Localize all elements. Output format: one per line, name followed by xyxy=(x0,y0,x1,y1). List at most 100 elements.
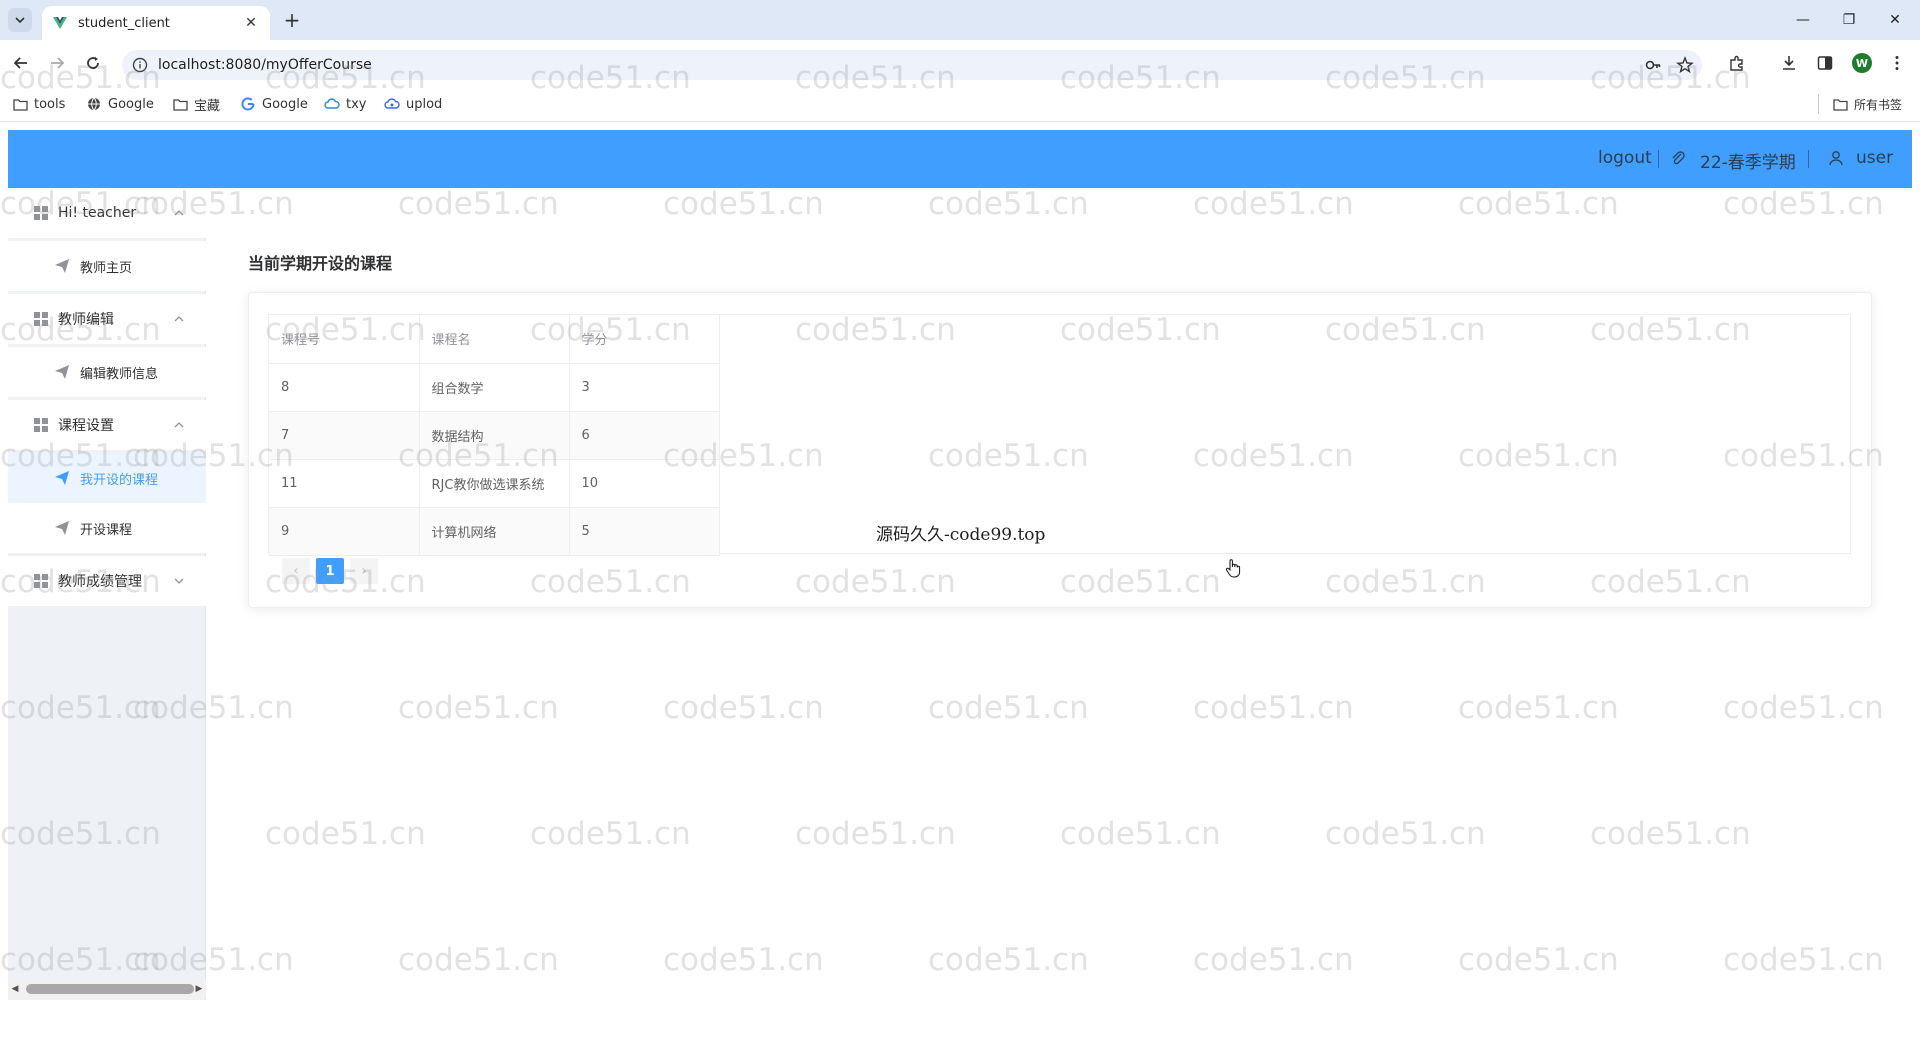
scroll-left-icon[interactable]: ◀ xyxy=(10,984,20,994)
forward-button[interactable] xyxy=(46,52,68,74)
watermark-text: code51.cn xyxy=(928,942,1089,978)
key-icon[interactable] xyxy=(1644,56,1662,74)
column-header-credit[interactable]: 学分 xyxy=(569,315,720,364)
watermark-text: code51.cn xyxy=(1193,942,1354,978)
page-number-current[interactable]: 1 xyxy=(316,558,344,584)
bookmark-txy[interactable]: txy xyxy=(324,94,366,114)
chevron-up-icon xyxy=(174,210,184,216)
sidebar-item-label: 编辑教师信息 xyxy=(80,366,159,382)
close-tab-icon[interactable]: ✕ xyxy=(242,14,260,32)
browser-tab[interactable]: student_client ✕ xyxy=(42,6,270,40)
watermark-text: code51.cn xyxy=(1723,942,1884,978)
grid-icon xyxy=(34,312,48,326)
overlay-watermark-text: 源码久久-code99.top xyxy=(876,525,1046,545)
app-header: logout 22-春季学期 user xyxy=(8,130,1912,188)
table-row[interactable]: 7 数据结构 6 xyxy=(269,411,720,460)
close-window-button[interactable]: ✕ xyxy=(1878,6,1912,34)
extensions-button[interactable] xyxy=(1726,52,1748,74)
cell-course-name: 数据结构 xyxy=(419,411,570,460)
bookmark-google-2[interactable]: Google xyxy=(240,94,308,114)
download-icon xyxy=(1783,56,1795,70)
arrow-right-icon xyxy=(51,57,65,69)
cell-credit: 6 xyxy=(569,411,720,460)
send-icon xyxy=(55,471,69,485)
bookmarks-divider xyxy=(1818,94,1819,114)
sidebar-item-label: 我开设的课程 xyxy=(80,472,159,488)
globe-icon xyxy=(86,96,102,112)
back-button[interactable] xyxy=(10,52,32,74)
new-tab-button[interactable]: + xyxy=(280,8,304,32)
cell-course-id: 9 xyxy=(269,507,420,556)
tab-title: student_client xyxy=(78,15,170,31)
prev-page-button[interactable]: ‹ xyxy=(282,558,310,584)
sidebar-item-my-courses[interactable]: 我开设的课程 xyxy=(8,453,206,503)
send-icon xyxy=(55,521,69,535)
puzzle-icon xyxy=(1730,55,1743,71)
hand-cursor-icon xyxy=(1225,559,1241,578)
cell-course-name: 组合数学 xyxy=(419,363,570,412)
column-header-course-id[interactable]: 课程号 xyxy=(269,315,420,364)
bookmark-uplod[interactable]: uplod xyxy=(384,94,442,114)
menu-group-label: 教师编辑 xyxy=(58,312,114,328)
profile-avatar[interactable]: W xyxy=(1852,53,1872,73)
watermark-text: code51.cn xyxy=(1193,186,1354,222)
side-panel-button[interactable] xyxy=(1814,52,1836,74)
site-info-icon[interactable] xyxy=(132,57,148,73)
minimize-button[interactable]: — xyxy=(1786,6,1820,34)
bookmark-label: tools xyxy=(34,96,66,112)
bookmark-label: txy xyxy=(346,96,367,112)
chevron-down-icon xyxy=(15,17,25,24)
sidebar-horizontal-scrollbar[interactable]: ◀ ▶ xyxy=(8,980,206,998)
grid-icon xyxy=(34,206,48,220)
sidebar-item-open-course[interactable]: 开设课程 xyxy=(8,503,206,553)
tab-search-button[interactable] xyxy=(8,8,32,32)
bookmark-label: 所有书签 xyxy=(1854,97,1903,112)
bookmarks-bar: tools Google 宝藏 Google txy uplod 所有书签 xyxy=(0,86,1920,122)
address-bar[interactable]: localhost:8080/myOfferCourse xyxy=(122,50,1702,80)
sidebar-item-edit-teacher-info[interactable]: 编辑教师信息 xyxy=(8,347,206,397)
watermark-text: code51.cn xyxy=(1590,816,1751,852)
reload-button[interactable] xyxy=(82,52,104,74)
downloads-button[interactable] xyxy=(1778,52,1800,74)
all-bookmarks[interactable]: 所有书签 xyxy=(1832,94,1902,114)
bookmark-google-1[interactable]: Google xyxy=(86,94,154,114)
cell-credit: 5 xyxy=(569,507,720,556)
url-text[interactable]: localhost:8080/myOfferCourse xyxy=(158,57,372,73)
sidebar-item-teacher-home[interactable]: 教师主页 xyxy=(8,241,206,291)
next-page-button[interactable]: › xyxy=(350,558,378,584)
watermark-text: code51.cn xyxy=(1458,690,1619,726)
menu-group-course-settings[interactable]: 课程设置 xyxy=(8,400,206,450)
watermark-text: code51.cn xyxy=(795,816,956,852)
watermark-text: code51.cn xyxy=(663,690,824,726)
column-header-course-name[interactable]: 课程名 xyxy=(419,315,570,364)
table-row[interactable]: 9 计算机网络 5 xyxy=(269,507,720,556)
menu-group-grade-management[interactable]: 教师成绩管理 xyxy=(8,556,206,606)
menu-group-home[interactable]: Hi! teacher xyxy=(8,188,206,238)
watermark-text: code51.cn xyxy=(398,942,559,978)
user-name[interactable]: user xyxy=(1856,148,1893,168)
table-row[interactable]: 11 RJC教你做选课系统 10 xyxy=(269,459,720,508)
menu-group-teacher-edit[interactable]: 教师编辑 xyxy=(8,294,206,344)
bookmark-tools[interactable]: tools xyxy=(12,94,65,114)
browser-menu-button[interactable] xyxy=(1886,52,1908,74)
watermark-text: code51.cn xyxy=(1060,816,1221,852)
cell-credit: 10 xyxy=(569,459,720,508)
watermark-text: code51.cn xyxy=(265,816,426,852)
restore-button[interactable]: ❐ xyxy=(1832,6,1866,34)
watermark-text: code51.cn xyxy=(928,690,1089,726)
scroll-right-icon[interactable]: ▶ xyxy=(194,984,204,994)
menu-group-label: 教师成绩管理 xyxy=(58,574,142,590)
side-panel-icon xyxy=(1817,56,1833,70)
cell-course-id: 8 xyxy=(269,363,420,412)
star-icon[interactable] xyxy=(1676,56,1694,74)
sidebar-item-label: 教师主页 xyxy=(80,260,133,276)
watermark-text: code51.cn xyxy=(1458,186,1619,222)
table-row[interactable]: 8 组合数学 3 xyxy=(269,363,720,412)
scrollbar-thumb[interactable] xyxy=(26,984,194,994)
bookmark-treasure[interactable]: 宝藏 xyxy=(172,94,220,114)
more-vert-icon xyxy=(1895,56,1899,70)
send-icon xyxy=(55,259,69,273)
watermark-text: code51.cn xyxy=(398,186,559,222)
watermark-text: code51.cn xyxy=(1325,816,1486,852)
logout-link[interactable]: logout xyxy=(1598,148,1652,168)
